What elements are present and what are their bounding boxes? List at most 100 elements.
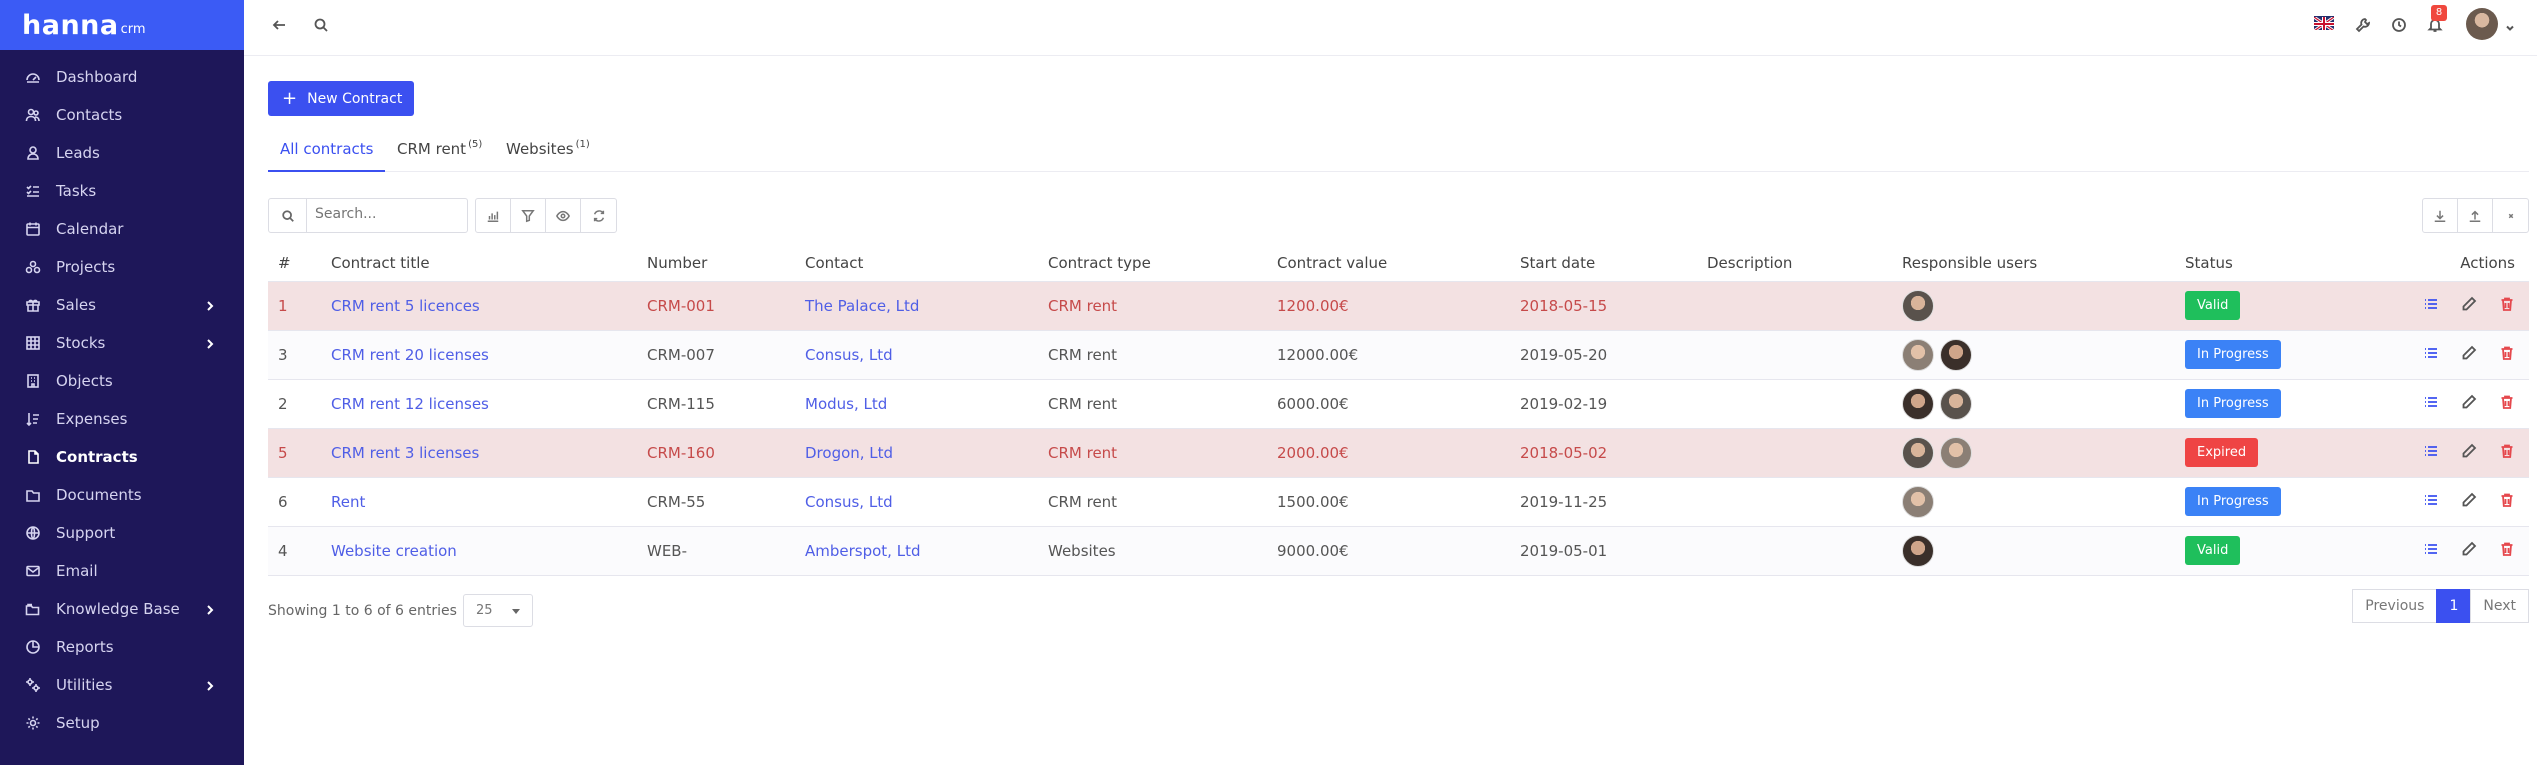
download-icon[interactable] <box>2423 199 2458 232</box>
contract-title-link[interactable]: Website creation <box>331 542 457 560</box>
column-header[interactable]: Contact <box>795 245 1038 282</box>
sidebar-item-documents[interactable]: Documents <box>0 476 244 514</box>
chevron-down-icon[interactable] <box>2505 18 2515 37</box>
contact-link[interactable]: Amberspot, Ltd <box>805 542 920 560</box>
chart-icon[interactable] <box>476 199 511 232</box>
edit-icon[interactable] <box>2461 345 2477 365</box>
table-row[interactable]: 2 CRM rent 12 licenses CRM-115 Modus, Ltd CR… <box>268 379 2529 429</box>
avatar[interactable] <box>1940 436 1972 469</box>
column-header[interactable]: Contract title <box>321 245 637 282</box>
search-icon[interactable] <box>310 14 332 36</box>
table-row[interactable]: 6 Rent CRM-55 Consus, Ltd CRM rent 1500.00€ 20… <box>268 477 2529 527</box>
column-header[interactable]: Contract value <box>1267 245 1510 282</box>
column-header[interactable]: Actions <box>2355 245 2529 282</box>
cell-type: CRM rent <box>1038 477 1267 527</box>
trash-icon[interactable] <box>2499 492 2515 512</box>
sidebar-item-expenses[interactable]: Expenses <box>0 400 244 438</box>
tab-crm-rent[interactable]: CRM rent (5) <box>397 136 482 172</box>
tab-all-contracts[interactable]: All contracts <box>268 136 386 172</box>
back-arrow-icon[interactable] <box>268 14 290 36</box>
avatar[interactable] <box>1902 289 1934 322</box>
next-page-button[interactable]: Next <box>2470 589 2529 623</box>
column-header[interactable]: Status <box>2175 245 2355 282</box>
user-avatar[interactable] <box>2466 8 2498 40</box>
avatar[interactable] <box>1902 338 1934 371</box>
contact-link[interactable]: Modus, Ltd <box>805 395 887 413</box>
sidebar-item-contracts[interactable]: Contracts <box>0 438 244 476</box>
list-icon[interactable] <box>2423 541 2439 561</box>
wrench-icon[interactable] <box>2352 14 2374 36</box>
sidebar-item-calendar[interactable]: Calendar <box>0 210 244 248</box>
sidebar-item-contacts[interactable]: Contacts <box>0 96 244 134</box>
contract-title-link[interactable]: CRM rent 12 licenses <box>331 395 489 413</box>
list-icon[interactable] <box>2423 443 2439 463</box>
close-icon[interactable] <box>2493 199 2528 232</box>
table-row[interactable]: 4 Website creation WEB- Amberspot, Ltd Websi… <box>268 526 2529 576</box>
sidebar-item-leads[interactable]: Leads <box>0 134 244 172</box>
column-header[interactable]: Start date <box>1510 245 1697 282</box>
sidebar-item-reports[interactable]: Reports <box>0 628 244 666</box>
edit-icon[interactable] <box>2461 296 2477 316</box>
search-input[interactable] <box>315 206 455 222</box>
logo[interactable]: hanna crm <box>0 0 244 50</box>
trash-icon[interactable] <box>2499 541 2515 561</box>
contact-link[interactable]: The Palace, Ltd <box>805 297 919 315</box>
table-row[interactable]: 1 CRM rent 5 licences CRM-001 The Palace, L… <box>268 281 2529 331</box>
new-contract-button[interactable]: + New Contract <box>268 81 414 116</box>
sidebar-item-stocks[interactable]: Stocks <box>0 324 244 362</box>
contact-link[interactable]: Drogon, Ltd <box>805 444 893 462</box>
sidebar-item-objects[interactable]: Objects <box>0 362 244 400</box>
sidebar-item-support[interactable]: Support <box>0 514 244 552</box>
upload-icon[interactable] <box>2458 199 2493 232</box>
contract-title-link[interactable]: Rent <box>331 493 365 511</box>
filter-icon[interactable] <box>511 199 546 232</box>
sidebar-item-email[interactable]: Email <box>0 552 244 590</box>
avatar[interactable] <box>1902 387 1934 420</box>
table-row[interactable]: 5 CRM rent 3 licenses CRM-160 Drogon, Ltd CR… <box>268 428 2529 478</box>
sidebar-item-projects[interactable]: Projects <box>0 248 244 286</box>
list-icon[interactable] <box>2423 345 2439 365</box>
trash-icon[interactable] <box>2499 345 2515 365</box>
clock-icon[interactable] <box>2388 14 2410 36</box>
uk-flag-icon[interactable] <box>2314 16 2334 30</box>
avatar[interactable] <box>1902 485 1934 518</box>
edit-icon[interactable] <box>2461 541 2477 561</box>
trash-icon[interactable] <box>2499 394 2515 414</box>
column-header[interactable]: Responsible users <box>1892 245 2175 282</box>
sidebar-item-tasks[interactable]: Tasks <box>0 172 244 210</box>
contract-title-link[interactable]: CRM rent 5 licences <box>331 297 480 315</box>
table-row[interactable]: 3 CRM rent 20 licenses CRM-007 Consus, Ltd C… <box>268 330 2529 380</box>
avatar[interactable] <box>1940 387 1972 420</box>
eye-icon[interactable] <box>546 199 581 232</box>
sidebar-item-utilities[interactable]: Utilities <box>0 666 244 704</box>
column-header[interactable]: # <box>268 245 321 282</box>
refresh-icon[interactable] <box>581 199 616 232</box>
sidebar-item-sales[interactable]: Sales <box>0 286 244 324</box>
contract-title-link[interactable]: CRM rent 3 licenses <box>331 444 479 462</box>
contact-link[interactable]: Consus, Ltd <box>805 346 893 364</box>
search-icon[interactable] <box>269 199 307 232</box>
avatar[interactable] <box>1902 436 1934 469</box>
column-header[interactable]: Contract type <box>1038 245 1267 282</box>
sidebar-item-setup[interactable]: Setup <box>0 704 244 742</box>
edit-icon[interactable] <box>2461 443 2477 463</box>
avatar[interactable] <box>1940 338 1972 371</box>
list-icon[interactable] <box>2423 492 2439 512</box>
sidebar-item-dashboard[interactable]: Dashboard <box>0 58 244 96</box>
trash-icon[interactable] <box>2499 296 2515 316</box>
previous-page-button[interactable]: Previous <box>2352 589 2438 623</box>
contract-title-link[interactable]: CRM rent 20 licenses <box>331 346 489 364</box>
edit-icon[interactable] <box>2461 492 2477 512</box>
column-header[interactable]: Description <box>1697 245 1892 282</box>
page-1-button[interactable]: 1 <box>2436 589 2472 623</box>
edit-icon[interactable] <box>2461 394 2477 414</box>
list-icon[interactable] <box>2423 394 2439 414</box>
trash-icon[interactable] <box>2499 443 2515 463</box>
tab-websites[interactable]: Websites (1) <box>506 136 590 172</box>
page-size-select[interactable]: 25 <box>462 594 533 627</box>
contact-link[interactable]: Consus, Ltd <box>805 493 893 511</box>
sidebar-item-knowledge-base[interactable]: Knowledge Base <box>0 590 244 628</box>
avatar[interactable] <box>1902 534 1934 567</box>
list-icon[interactable] <box>2423 296 2439 316</box>
column-header[interactable]: Number <box>637 245 795 282</box>
